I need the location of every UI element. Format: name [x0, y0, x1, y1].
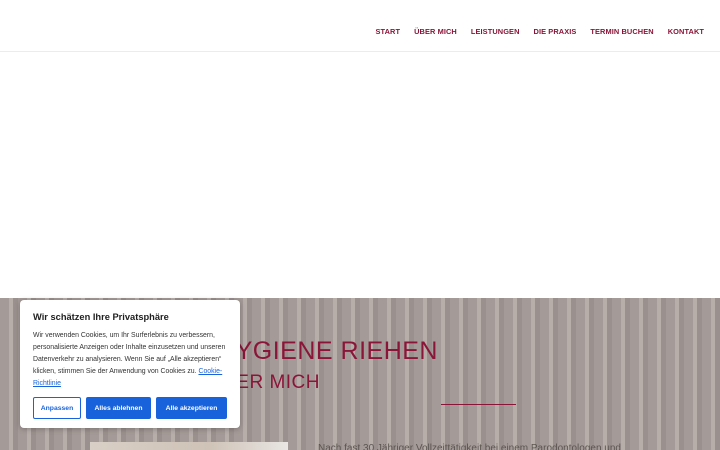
nav-item-start: START [376, 21, 401, 39]
site-header: START ÜBER MICH LEISTUNGEN DIE PRAXIS TE… [0, 0, 720, 52]
nav-item-die-praxis: DIE PRAXIS [534, 21, 577, 39]
nav-link-ueber-mich[interactable]: ÜBER MICH [414, 27, 457, 36]
hero-area [0, 52, 720, 298]
nav-item-kontakt: KONTAKT [668, 21, 704, 39]
nav-link-termin-buchen[interactable]: TERMIN BUCHEN [590, 27, 653, 36]
portrait-photo [90, 442, 288, 450]
cookie-banner-description: Wir verwenden Cookies, um Ihr Surferlebn… [33, 332, 226, 375]
nav-item-termin-buchen: TERMIN BUCHEN [590, 21, 653, 39]
cookie-banner-text: Wir verwenden Cookies, um Ihr Surferlebn… [33, 330, 227, 390]
title-divider [441, 404, 516, 405]
nav-item-leistungen: LEISTUNGEN [471, 21, 520, 39]
nav-item-ueber-mich: ÜBER MICH [414, 21, 457, 39]
nav-link-kontakt[interactable]: KONTAKT [668, 27, 704, 36]
customize-button[interactable]: Anpassen [33, 397, 81, 419]
cookie-banner-title: Wir schätzen Ihre Privatsphäre [33, 312, 169, 322]
cookie-consent-banner: Wir schätzen Ihre Privatsphäre Wir verwe… [20, 300, 240, 428]
main-navigation: START ÜBER MICH LEISTUNGEN DIE PRAXIS TE… [376, 21, 705, 39]
cookie-button-row: Anpassen Alles ablehnen Alle akzeptieren [33, 397, 227, 419]
nav-link-start[interactable]: START [376, 27, 401, 36]
intro-paragraph: Nach fast 30 Jähriger Vollzeittätigkeit … [318, 443, 621, 450]
nav-link-leistungen[interactable]: LEISTUNGEN [471, 27, 520, 36]
accept-all-button[interactable]: Alle akzeptieren [156, 397, 227, 419]
nav-link-die-praxis[interactable]: DIE PRAXIS [534, 27, 577, 36]
reject-all-button[interactable]: Alles ablehnen [86, 397, 151, 419]
